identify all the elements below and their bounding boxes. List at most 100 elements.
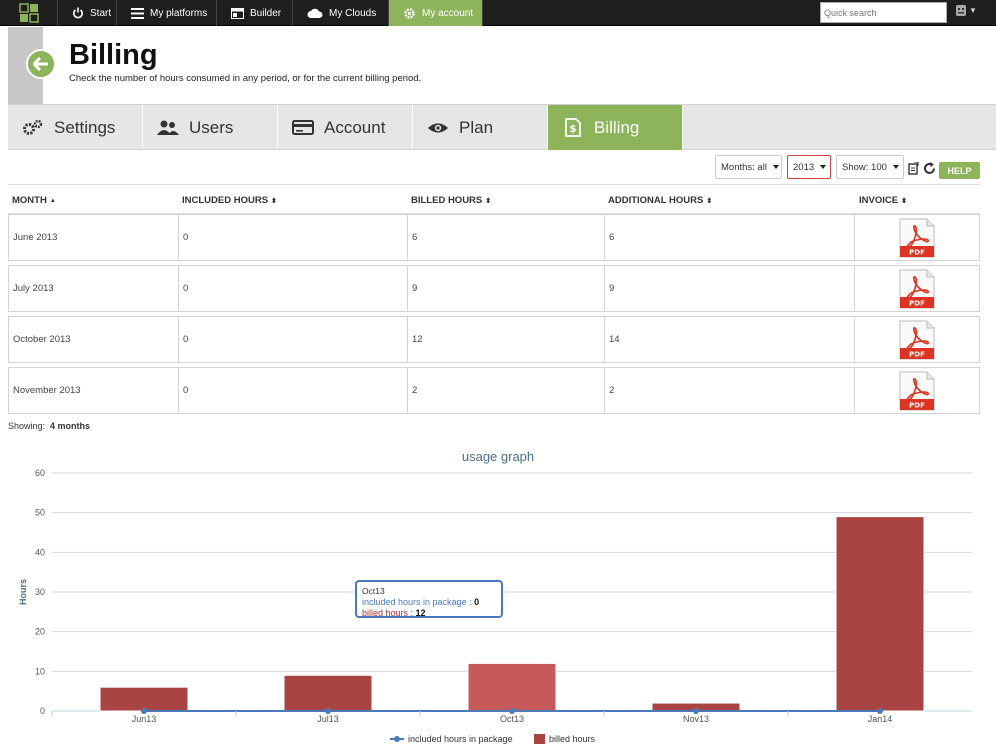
col-invoice[interactable]: INVOICE ⬍: [859, 195, 907, 206]
cell-billed: 2: [408, 368, 605, 413]
year-select-value: 2013: [793, 161, 815, 173]
bar-billed-hours: [835, 516, 925, 712]
tab-users[interactable]: Users: [143, 105, 278, 150]
nav-my-platforms[interactable]: My platforms: [117, 0, 217, 26]
sort-asc-icon: ▲: [49, 197, 56, 204]
tooltip-title: Oct13: [362, 586, 385, 596]
cell-additional: 6: [605, 215, 855, 260]
show-count-value: Show: 100: [842, 161, 887, 173]
y-tick-label: 0: [40, 706, 45, 716]
sort-icon: ⬍: [271, 197, 277, 205]
showing-label: Showing:: [8, 421, 46, 431]
col-included-hours[interactable]: INCLUDED HOURS ⬍: [182, 195, 277, 206]
tooltip-included-value: 0: [474, 597, 480, 607]
arrow-left-icon: [33, 57, 48, 71]
tab-account[interactable]: Account: [278, 105, 413, 150]
y-tick-label: 40: [35, 547, 45, 557]
nav-builder[interactable]: Builder: [217, 0, 293, 26]
pdf-invoice-icon[interactable]: PDF: [897, 371, 937, 411]
col-billed-hours-label: BILLED HOURS: [411, 195, 483, 206]
legend-bar-marker: [534, 734, 545, 744]
legend-billed-label: billed hours: [549, 734, 596, 744]
showing-value: 4 months: [50, 421, 91, 431]
year-select[interactable]: 2013: [787, 155, 831, 179]
caret-down-icon: [772, 165, 779, 169]
nav-my-clouds[interactable]: My Clouds: [293, 0, 389, 26]
nav-start[interactable]: Start: [58, 0, 117, 26]
tab-plan-label: Plan: [459, 117, 494, 137]
users-icon: [157, 120, 179, 136]
x-tick-label: Oct13: [500, 714, 524, 724]
back-button[interactable]: [26, 49, 56, 79]
card-icon: [292, 120, 314, 135]
tab-settings[interactable]: Settings: [8, 105, 143, 150]
caret-down-icon: [892, 165, 899, 169]
show-count-select[interactable]: Show: 100: [836, 155, 904, 179]
gear-icon: [404, 7, 415, 19]
table-row: July 2013 0 9 9 PDF: [8, 265, 980, 312]
help-button[interactable]: HELP: [939, 162, 980, 179]
billing-table: MONTH ▲ INCLUDED HOURS ⬍ BILLED HOURS ⬍ ADD…: [8, 184, 980, 214]
sort-icon: ⬍: [901, 197, 907, 205]
cloud-icon: [307, 8, 323, 18]
nav-my-platforms-label: My platforms: [150, 7, 208, 19]
cell-month: November 2013: [9, 368, 179, 413]
cell-included: 0: [179, 266, 408, 311]
bar-billed-hours: [467, 662, 557, 712]
pdf-invoice-icon[interactable]: PDF: [897, 320, 937, 360]
nav-my-account[interactable]: My account: [389, 0, 483, 26]
cell-additional: 9: [605, 266, 855, 311]
tooltip-billed-label: billed hours :: [362, 608, 414, 618]
quick-search-input[interactable]: [820, 2, 947, 23]
cell-included: 0: [179, 368, 408, 413]
nav-my-account-label: My account: [422, 7, 474, 19]
tab-billing[interactable]: $ Billing: [548, 105, 683, 150]
col-additional-hours-label: ADDITIONAL HOURS: [608, 195, 704, 206]
eye-icon: [427, 121, 449, 135]
cell-month: October 2013: [9, 317, 179, 362]
export-icon[interactable]: [908, 161, 919, 180]
top-nav: Start My platforms Builder My Clouds My …: [0, 0, 996, 26]
col-billed-hours[interactable]: BILLED HOURS ⬍: [411, 195, 491, 206]
table-row: June 2013 0 6 6 PDF: [8, 214, 980, 261]
cell-billed: 9: [408, 266, 605, 311]
col-invoice-label: INVOICE: [859, 195, 899, 206]
page-title: Billing: [69, 39, 158, 71]
tab-account-label: Account: [324, 117, 386, 137]
legend-point-marker: [394, 736, 400, 742]
app-logo-icon[interactable]: [0, 0, 58, 26]
pdf-label: PDF: [909, 300, 925, 308]
y-tick-label: 50: [35, 508, 45, 518]
y-axis-label: Hours: [18, 579, 28, 605]
y-tick-label: 20: [35, 627, 45, 637]
table-row: October 2013 0 12 14 PDF: [8, 316, 980, 363]
tab-plan[interactable]: Plan: [413, 105, 548, 150]
sort-icon: ⬍: [485, 197, 492, 205]
col-additional-hours[interactable]: ADDITIONAL HOURS ⬍: [608, 195, 712, 206]
cell-month: June 2013: [9, 215, 179, 260]
pdf-label: PDF: [909, 351, 925, 359]
pdf-invoice-icon[interactable]: PDF: [897, 269, 937, 309]
months-filter-select[interactable]: Months: all: [715, 155, 782, 179]
col-month[interactable]: MONTH ▲: [12, 195, 56, 206]
tooltip-included-label: included hours in package :: [362, 597, 472, 607]
nav-builder-label: Builder: [250, 7, 282, 19]
col-included-hours-label: INCLUDED HOURS: [182, 195, 269, 206]
dollar-doc-icon: $: [562, 118, 584, 137]
refresh-icon[interactable]: [923, 162, 936, 180]
user-menu[interactable]: ▼: [955, 4, 977, 17]
x-tick-label: Jun13: [132, 714, 157, 724]
pdf-invoice-icon[interactable]: PDF: [897, 218, 937, 258]
power-icon: [73, 7, 83, 19]
caret-down-icon: [820, 165, 827, 169]
showing-count: Showing: 4 months: [8, 421, 90, 431]
svg-text:$: $: [570, 124, 577, 135]
nav-my-clouds-label: My Clouds: [329, 7, 377, 19]
cell-additional: 14: [605, 317, 855, 362]
table-row: November 2013 0 2 2 PDF: [8, 367, 980, 414]
bar-billed-hours: [99, 686, 189, 712]
cell-included: 0: [179, 215, 408, 260]
table-header: MONTH ▲ INCLUDED HOURS ⬍ BILLED HOURS ⬍ ADD…: [8, 184, 980, 214]
months-filter-value: Months: all: [721, 161, 767, 173]
x-tick-label: Jan14: [868, 714, 893, 724]
